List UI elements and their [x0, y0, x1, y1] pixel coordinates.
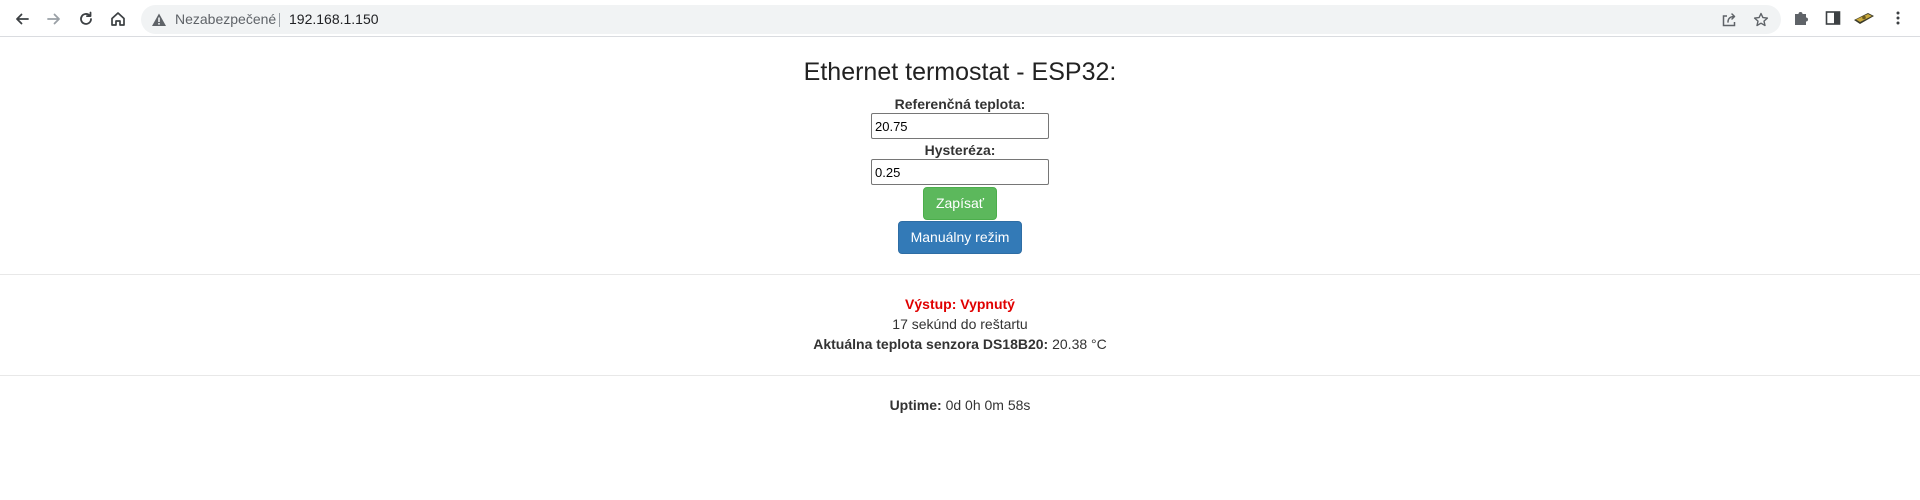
reload-button[interactable] — [72, 5, 100, 33]
save-button[interactable]: Zapísať — [923, 187, 997, 220]
home-icon — [111, 12, 125, 26]
restart-countdown: 17 sekúnd do reštartu — [892, 316, 1028, 332]
browser-menu-button[interactable] — [1887, 7, 1909, 29]
manual-mode-button[interactable]: Manuálny režim — [898, 221, 1022, 254]
url-text[interactable]: 192.168.1.150 — [289, 5, 379, 34]
share-icon — [1722, 13, 1736, 27]
profile-avatar-icon — [1854, 13, 1874, 24]
side-panel-icon — [1825, 11, 1841, 25]
sensor-temperature-label: Aktuálna teplota senzora DS18B20: — [813, 336, 1049, 352]
extensions-button[interactable] — [1790, 7, 1812, 29]
reference-temperature-label: Referenčná teplota: — [894, 96, 1026, 112]
warning-icon[interactable] — [151, 12, 167, 28]
forward-arrow-icon — [47, 13, 60, 25]
star-icon — [1753, 12, 1769, 27]
puzzle-icon — [1795, 12, 1808, 25]
more-vertical-icon — [1896, 11, 1900, 25]
reload-icon — [80, 11, 92, 25]
reference-temperature-input[interactable] — [871, 113, 1049, 139]
profile-button[interactable] — [1853, 7, 1875, 29]
insecure-label[interactable]: Nezabezpečené — [175, 5, 276, 34]
uptime-value: 0d 0h 0m 58s — [945, 397, 1031, 413]
hysteresis-input[interactable] — [871, 159, 1049, 185]
side-panel-button[interactable] — [1822, 7, 1844, 29]
uptime-label: Uptime: — [889, 397, 942, 413]
hysteresis-label: Hysteréza: — [924, 142, 996, 158]
uptime: Uptime: 0d 0h 0m 58s — [0, 396, 1920, 414]
sensor-temperature-value: 20.38 °C — [1052, 336, 1107, 352]
output-status-text: Výstup: Vypnutý — [905, 296, 1015, 312]
sensor-temperature: Aktuálna teplota senzora DS18B20: 20.38 … — [0, 335, 1920, 353]
address-bar[interactable]: Nezabezpečené 192.168.1.150 — [141, 5, 1781, 34]
home-button[interactable] — [104, 5, 132, 33]
bookmark-button[interactable] — [1751, 10, 1771, 30]
back-button[interactable] — [8, 5, 36, 33]
address-separator — [279, 13, 280, 27]
page-title: Ethernet termostat - ESP32: — [803, 58, 1117, 86]
back-arrow-icon — [16, 13, 29, 25]
divider — [0, 274, 1920, 275]
browser-toolbar: Nezabezpečené 192.168.1.150 — [0, 0, 1920, 37]
divider — [0, 375, 1920, 376]
output-status: Výstup: Vypnutý — [0, 295, 1920, 313]
forward-button[interactable] — [40, 5, 68, 33]
share-button[interactable] — [1719, 10, 1739, 30]
